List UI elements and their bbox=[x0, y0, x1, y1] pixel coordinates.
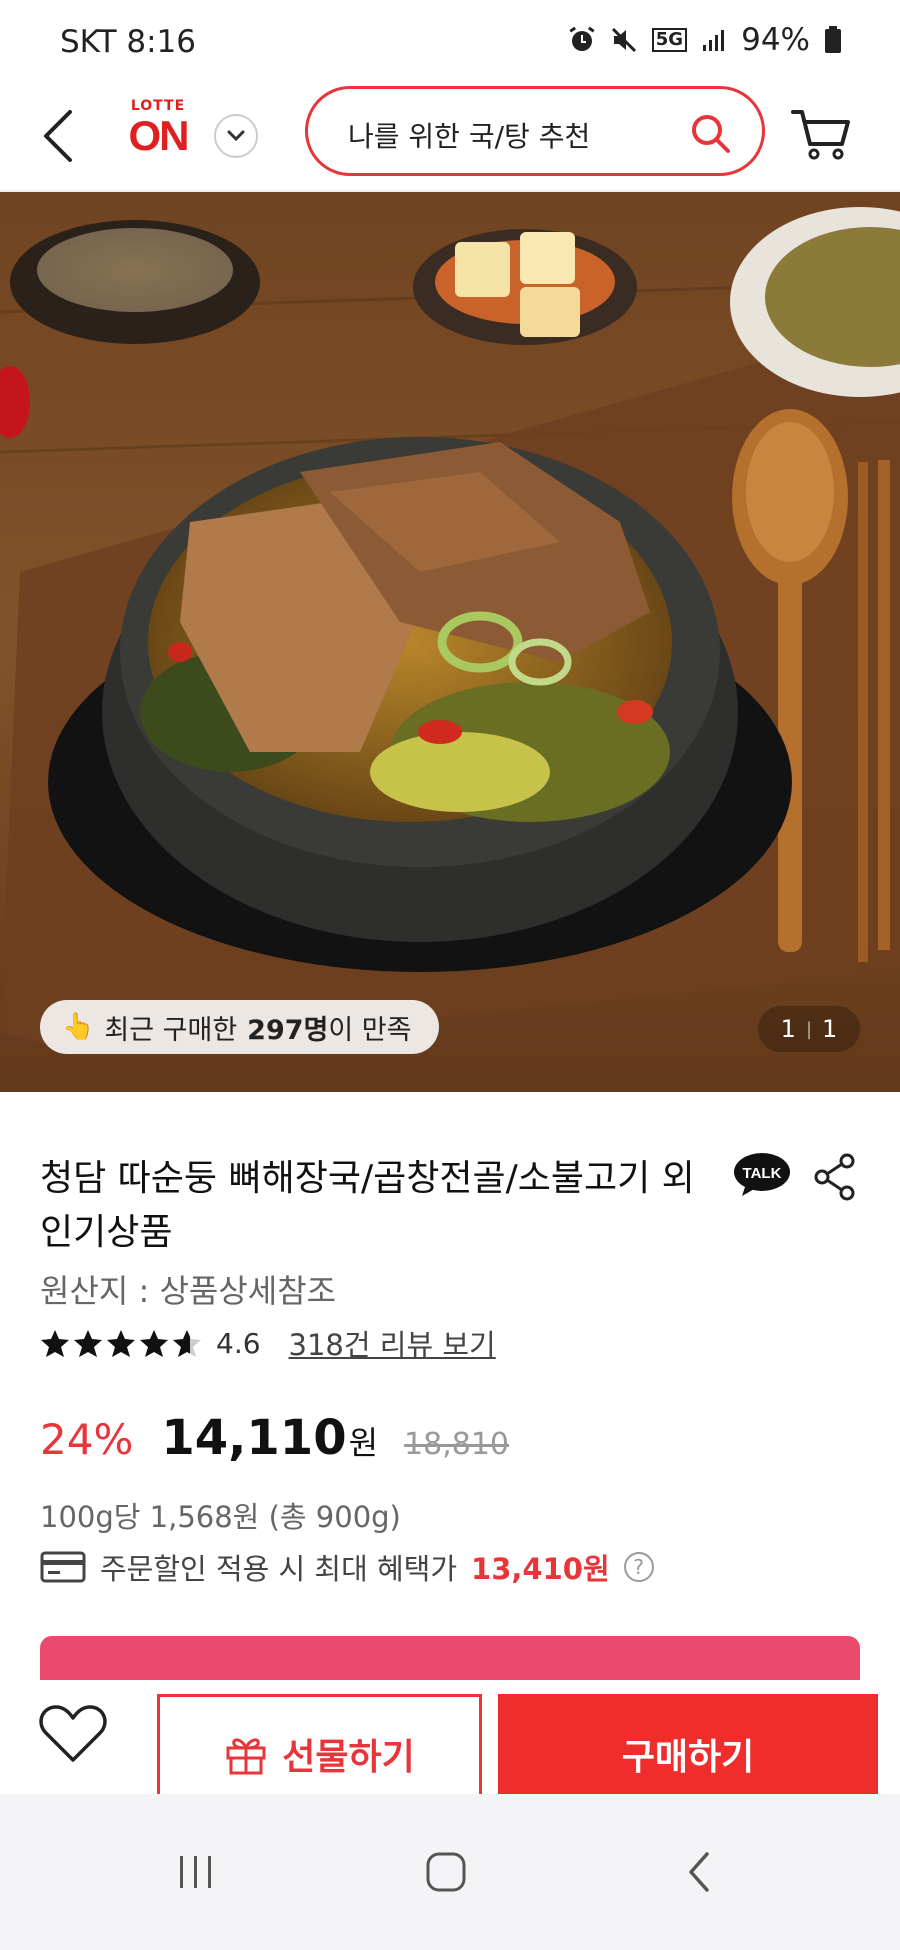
star-icon bbox=[74, 1330, 102, 1357]
mall-dropdown-button[interactable] bbox=[214, 114, 258, 158]
chevron-down-icon bbox=[227, 130, 245, 142]
star-icon bbox=[107, 1330, 135, 1357]
lotte-on-logo[interactable]: LOTTE ON bbox=[118, 98, 198, 178]
battery-percent: 94% bbox=[741, 22, 810, 58]
alarm-icon bbox=[569, 26, 595, 51]
review-chip-count: 297명 bbox=[247, 1014, 329, 1046]
star-icon bbox=[140, 1330, 168, 1357]
status-bar: SKT 8:16 5G 94% bbox=[0, 0, 900, 88]
max-benefit-row[interactable]: 주문할인 적용 시 최대 혜택가 13,410원 ? bbox=[40, 1546, 654, 1588]
gift-icon bbox=[226, 1738, 266, 1775]
review-satisfaction-chip: 👆 최근 구매한 297명 이 만족 bbox=[40, 1000, 440, 1054]
card-icon bbox=[40, 1551, 86, 1583]
review-link[interactable]: 318건 리뷰 보기 bbox=[289, 1322, 496, 1364]
help-icon[interactable]: ? bbox=[623, 1552, 654, 1582]
home-icon bbox=[426, 1852, 466, 1892]
logo-main-text: ON bbox=[128, 112, 190, 159]
page-current: 1 bbox=[780, 1015, 796, 1043]
kakao-talk-share-button[interactable]: TALK bbox=[732, 1152, 792, 1200]
bottom-action-bar: 선물하기 구매하기 bbox=[0, 1680, 900, 1814]
discount-rate: 24% bbox=[40, 1415, 134, 1464]
search-icon[interactable] bbox=[688, 111, 732, 155]
home-button[interactable] bbox=[416, 1842, 476, 1902]
rating-value: 4.6 bbox=[216, 1326, 261, 1360]
review-chip-suffix: 이 만족 bbox=[328, 1014, 412, 1046]
search-input[interactable]: 나를 위한 국/탕 추천 bbox=[348, 115, 590, 155]
star-icon bbox=[41, 1330, 69, 1357]
rating-stars bbox=[40, 1328, 202, 1358]
system-back-icon bbox=[689, 1852, 709, 1892]
status-carrier-time: SKT 8:16 bbox=[60, 24, 197, 60]
back-button[interactable] bbox=[36, 104, 84, 168]
status-icons: 5G 94% bbox=[568, 22, 842, 58]
star-icon bbox=[173, 1330, 201, 1357]
review-chip-prefix: 최근 구매한 bbox=[104, 1014, 238, 1046]
heart-icon[interactable] bbox=[38, 1702, 108, 1766]
buy-button-label: 구매하기 bbox=[621, 1737, 755, 1778]
recent-apps-icon bbox=[180, 1856, 211, 1888]
benefit-price: 13,410원 bbox=[471, 1552, 610, 1586]
origin-label: 원산지 : 상품상세참조 bbox=[40, 1272, 337, 1310]
search-bar[interactable]: 나를 위한 국/탕 추천 bbox=[305, 86, 765, 176]
cart-icon[interactable] bbox=[790, 102, 852, 164]
price-unit: 원 bbox=[348, 1424, 379, 1462]
product-image-carousel[interactable]: 👆 최근 구매한 297명 이 만족 1 | 1 bbox=[0, 192, 900, 1092]
price-row: 24% 14,110 원 18,810 bbox=[40, 1410, 509, 1466]
talk-label: TALK bbox=[743, 1165, 782, 1182]
page-total: 1 bbox=[822, 1015, 838, 1043]
battery-icon bbox=[825, 26, 841, 53]
product-image bbox=[0, 192, 900, 1092]
product-title: 청담 따순둥 뼈해장국/곱창전골/소불고기 외 인기상품 bbox=[40, 1158, 695, 1253]
benefit-text: 주문할인 적용 시 최대 혜택가 bbox=[100, 1552, 458, 1586]
app-header: LOTTE ON 나를 위한 국/탕 추천 bbox=[0, 80, 900, 192]
image-page-indicator: 1 | 1 bbox=[758, 1006, 860, 1052]
original-price: 18,810 bbox=[404, 1427, 510, 1462]
coupon-banner[interactable] bbox=[40, 1636, 860, 1680]
share-icon bbox=[814, 1153, 855, 1201]
signal-icon bbox=[703, 30, 725, 51]
unit-price: 100g당 1,568원 (총 900g) bbox=[40, 1500, 401, 1534]
chevron-left-icon bbox=[44, 110, 72, 162]
thumbs-hand-icon: 👆 bbox=[62, 1012, 95, 1042]
system-nav-bar bbox=[0, 1794, 900, 1950]
gift-button-label: 선물하기 bbox=[282, 1737, 415, 1778]
mute-icon bbox=[611, 27, 636, 53]
recent-apps-button[interactable] bbox=[166, 1842, 226, 1902]
talk-bubble-icon: TALK bbox=[734, 1153, 790, 1196]
system-back-button[interactable] bbox=[670, 1842, 730, 1902]
network-5g-icon: 5G bbox=[651, 28, 688, 52]
share-button[interactable] bbox=[812, 1152, 858, 1202]
rating-row: 4.6 318건 리뷰 보기 bbox=[40, 1322, 496, 1364]
sale-price: 14,110 bbox=[161, 1410, 347, 1466]
page-separator: | bbox=[805, 1018, 813, 1040]
